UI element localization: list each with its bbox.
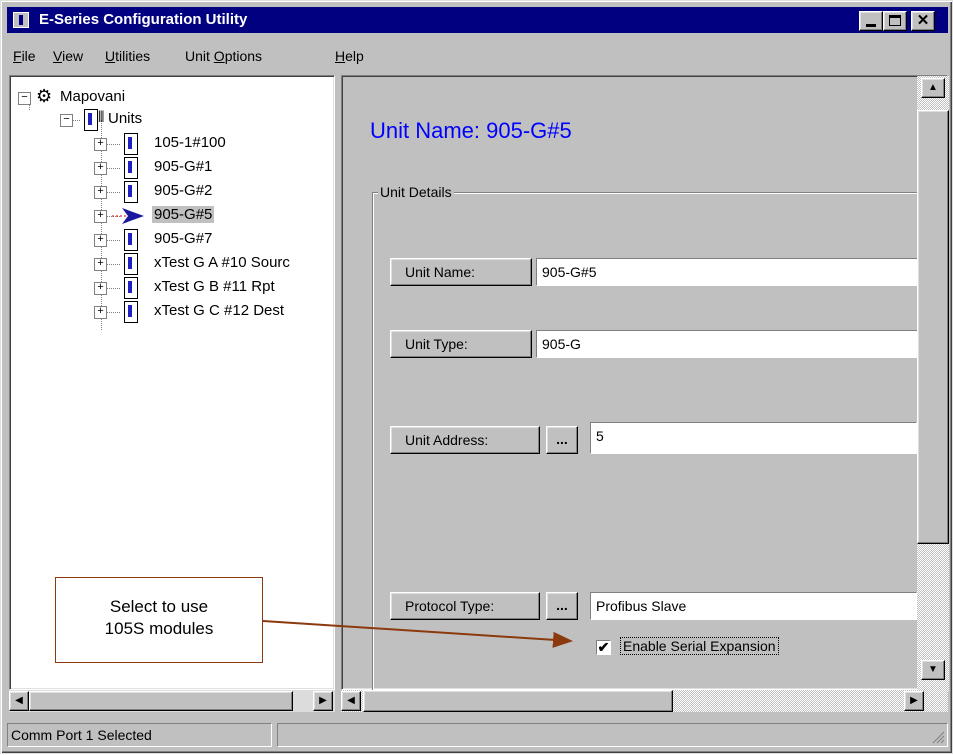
app-window: E-Series Configuration Utility ✕ File Vi… <box>0 0 953 754</box>
callout-arrow <box>262 620 573 648</box>
